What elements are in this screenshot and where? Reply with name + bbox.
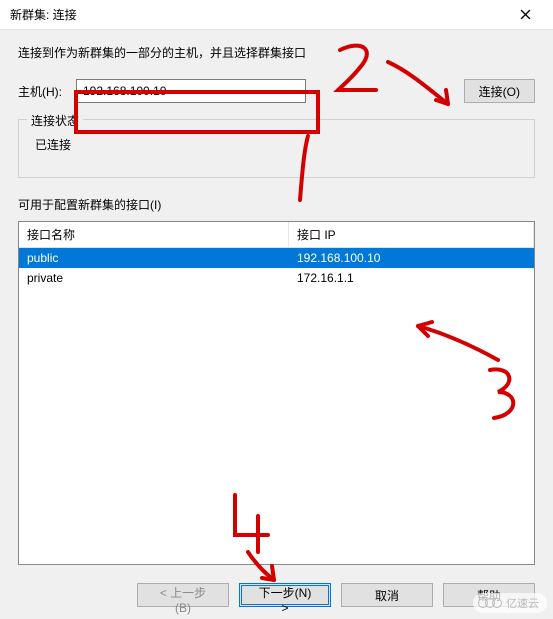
title-bar: 新群集: 连接 (0, 0, 553, 30)
close-button[interactable] (505, 1, 545, 29)
connect-button[interactable]: 连接(O) (464, 79, 535, 103)
column-header-ip[interactable]: 接口 IP (289, 222, 534, 247)
table-row[interactable]: public 192.168.100.10 (19, 248, 534, 268)
dialog-content: 连接到作为新群集的一部分的主机，并且选择群集接口 主机(H): 连接(O) 连接… (0, 30, 553, 619)
connection-status-title: 连接状态 (27, 112, 83, 129)
host-label: 主机(H): (18, 83, 68, 100)
wizard-buttons: < 上一步(B) 下一步(N) > 取消 帮助 (18, 565, 535, 607)
help-button[interactable]: 帮助 (443, 583, 535, 607)
next-button[interactable]: 下一步(N) > (239, 583, 331, 607)
connection-status-group: 连接状态 已连接 (18, 119, 535, 178)
row-name: public (19, 248, 289, 268)
host-input[interactable] (76, 79, 306, 103)
close-icon (520, 9, 531, 20)
row-ip: 192.168.100.10 (289, 248, 534, 268)
back-button: < 上一步(B) (137, 583, 229, 607)
listview-header: 接口名称 接口 IP (19, 222, 534, 248)
instruction-text: 连接到作为新群集的一部分的主机，并且选择群集接口 (18, 44, 535, 61)
table-row[interactable]: private 172.16.1.1 (19, 268, 534, 288)
connection-status-text: 已连接 (31, 136, 522, 153)
column-header-name[interactable]: 接口名称 (19, 222, 289, 247)
cancel-button[interactable]: 取消 (341, 583, 433, 607)
host-row: 主机(H): 连接(O) (18, 79, 535, 103)
row-name: private (19, 268, 289, 288)
interfaces-label: 可用于配置新群集的接口(I) (18, 196, 535, 213)
listview-body: public 192.168.100.10 private 172.16.1.1 (19, 248, 534, 564)
window-title: 新群集: 连接 (10, 6, 505, 23)
interfaces-listview[interactable]: 接口名称 接口 IP public 192.168.100.10 private… (18, 221, 535, 565)
row-ip: 172.16.1.1 (289, 268, 534, 288)
